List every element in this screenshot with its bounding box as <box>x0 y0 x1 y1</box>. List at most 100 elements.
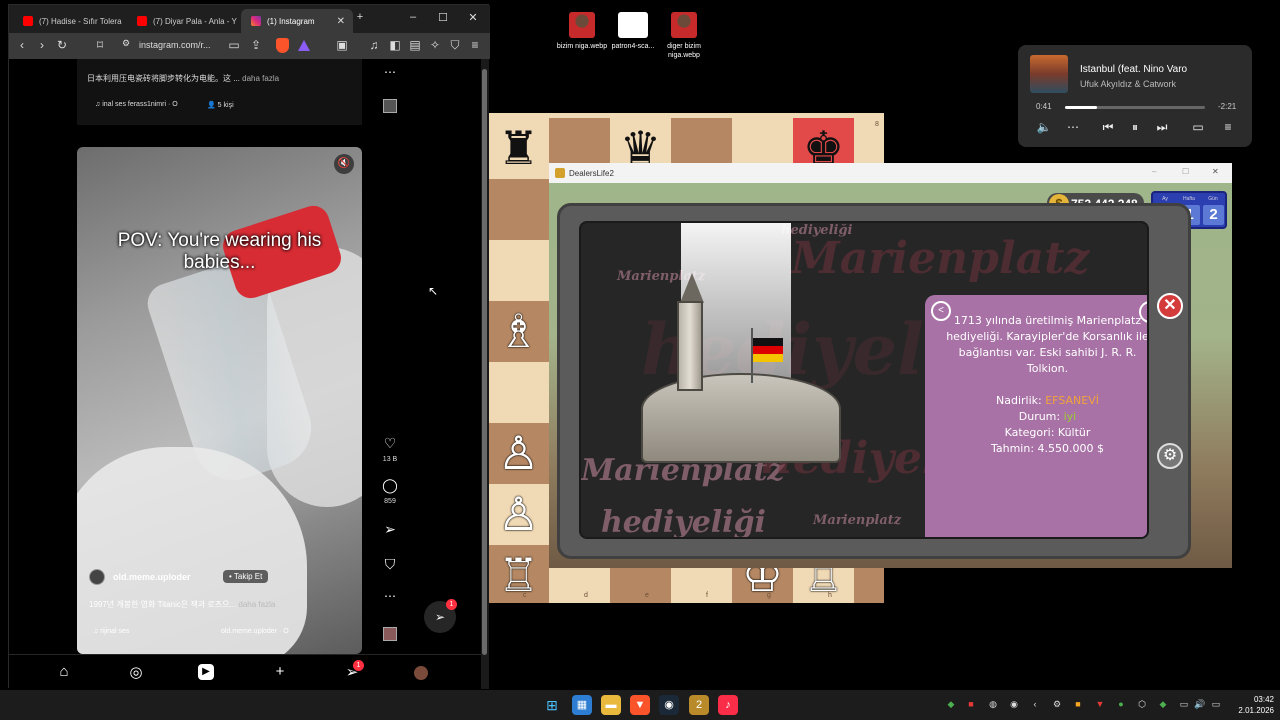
widgets-icon[interactable]: ▦ <box>572 695 592 715</box>
menu-icon[interactable]: ≡ <box>468 38 482 52</box>
tab-search-icon[interactable]: ▣ <box>335 38 349 52</box>
battery-icon[interactable]: ▭ <box>1209 699 1223 710</box>
reel-video[interactable]: POV: You're wearing his babies... 🔇 old.… <box>77 147 362 654</box>
home-icon[interactable]: ⌂ <box>54 663 74 680</box>
url-field[interactable]: instagram.com/r... <box>139 40 211 50</box>
tray-app-icon[interactable]: ⚙ <box>1050 699 1064 710</box>
username[interactable]: old.meme.uploder <box>113 572 191 582</box>
white-chess-piece[interactable]: ♙ <box>489 484 549 545</box>
close-item-button[interactable]: ✕ <box>1157 293 1183 319</box>
window-titlebar[interactable]: DealersLife2 – ☐ ✕ <box>549 163 1232 183</box>
apple-music-icon[interactable]: ♪ <box>718 695 738 715</box>
tray-app-icon[interactable]: ◆ <box>944 699 958 710</box>
tray-app-icon[interactable]: ◆ <box>1156 699 1170 710</box>
close-window-button[interactable]: ✕ <box>466 11 480 24</box>
instagram-feed[interactable]: 日本利用压电瓷砖将脚步转化为电能。这 ... daha fazla ♫ inal… <box>9 59 481 654</box>
lyrics-icon[interactable]: ▭ <box>1190 120 1206 134</box>
reel-description[interactable]: 1997년 개봉한 영화 Titanic은 잭과 로즈으... daha faz… <box>89 599 354 610</box>
more-options-icon[interactable]: ⋯ <box>381 589 399 603</box>
white-chess-piece[interactable]: ♗ <box>489 301 549 362</box>
scrollbar[interactable] <box>481 59 489 689</box>
close-window-button[interactable]: ✕ <box>1212 167 1219 176</box>
audio-credit[interactable]: old.meme.uploder · O <box>221 628 289 635</box>
more-options-icon[interactable]: ⋯ <box>1065 120 1081 134</box>
tab-hadise[interactable]: (7) Hadise - Sıfır Tolera <box>13 9 125 33</box>
more-options-icon[interactable]: ⋯ <box>381 65 399 79</box>
sidebar-icon[interactable]: ◧ <box>388 38 402 52</box>
white-chess-piece[interactable]: ♙ <box>489 423 549 484</box>
share-icon[interactable]: ➢ <box>381 521 399 538</box>
chess-square[interactable] <box>489 362 549 423</box>
tray-app-icon[interactable]: ▼ <box>1093 699 1107 709</box>
tray-steam-icon[interactable]: ◉ <box>1007 699 1021 710</box>
minimize-button[interactable]: – <box>406 11 420 23</box>
chess-square[interactable] <box>489 179 549 240</box>
avatar[interactable] <box>89 569 105 585</box>
wallet-icon[interactable]: ▤ <box>408 38 422 52</box>
white-chess-piece[interactable]: ♖ <box>489 545 549 603</box>
desktop-file-diger-bizim-niga[interactable]: diger bizim niga.webp <box>654 12 714 60</box>
share-icon[interactable]: ⇪ <box>249 38 263 52</box>
follow-button[interactable]: • Takip Et <box>223 570 269 583</box>
audio-thumb[interactable] <box>383 627 397 641</box>
scrollbar-thumb[interactable] <box>482 69 487 655</box>
close-tab-icon[interactable]: ✕ <box>337 16 345 27</box>
mute-icon[interactable]: 🔇 <box>334 154 354 174</box>
more-link[interactable]: daha fazla <box>238 600 275 609</box>
brave-shields-icon[interactable] <box>276 38 289 53</box>
prev-audio[interactable]: ♫ inal ses ferass1nimri · O <box>95 101 178 108</box>
volume-icon[interactable]: 🔊 <box>1193 699 1207 710</box>
brave-rewards-icon[interactable] <box>298 40 310 51</box>
create-icon[interactable]: + <box>270 663 290 680</box>
tab-diyar-pala[interactable]: (7) Diyar Pala - Anla - Y <box>127 9 239 33</box>
seek-bar[interactable] <box>1065 106 1205 109</box>
volume-icon[interactable]: 🔈 <box>1036 120 1052 134</box>
settings-button[interactable]: ⚙ <box>1157 443 1183 469</box>
system-clock[interactable]: 03:42 2.01.2026 <box>1224 694 1274 716</box>
queue-icon[interactable]: ≡ <box>1220 120 1236 134</box>
profile-avatar[interactable] <box>414 666 428 680</box>
reels-icon[interactable]: ▶ <box>198 664 214 680</box>
windows-start-icon[interactable]: ⊞ <box>542 695 562 715</box>
maximize-button[interactable]: ☐ <box>1182 167 1189 176</box>
reel-author[interactable]: old.meme.uploder <box>89 569 191 585</box>
brave-browser-icon[interactable]: ▼ <box>630 695 650 715</box>
save-icon[interactable]: ⛉ <box>381 556 399 573</box>
messages-fab[interactable]: ➢ 1 <box>424 599 457 633</box>
steam-icon[interactable]: ◉ <box>659 695 679 715</box>
chess-square[interactable] <box>489 240 549 301</box>
site-settings-icon[interactable]: ⚙ <box>119 38 133 49</box>
tray-app-icon[interactable]: ◍ <box>986 699 1000 710</box>
audio-label[interactable]: ♫ rijinal ses <box>93 628 129 635</box>
tray-app-icon[interactable]: ■ <box>1071 699 1085 709</box>
tray-app-icon[interactable]: ■ <box>964 699 978 709</box>
music-icon[interactable]: ♫ <box>367 38 381 52</box>
like-icon[interactable]: ♡ <box>381 435 399 452</box>
explore-icon[interactable]: ◎ <box>126 663 146 681</box>
vpn-icon[interactable]: ⛉ <box>448 38 462 53</box>
chat-icon[interactable]: ▭ <box>1177 699 1191 710</box>
forward-icon[interactable]: › <box>35 38 49 52</box>
black-chess-piece[interactable]: ♜ <box>489 118 549 179</box>
tab-instagram[interactable]: (1) Instagram ✕ <box>241 9 353 33</box>
cast-icon[interactable]: ▭ <box>227 38 241 52</box>
pause-icon[interactable]: ⏸ <box>1127 120 1143 135</box>
minimize-button[interactable]: – <box>1152 167 1156 176</box>
new-tab-button[interactable]: + <box>353 11 367 23</box>
bookmark-icon[interactable]: ⌑ <box>93 38 107 52</box>
prev-people[interactable]: 👤 5 kişi <box>207 101 234 109</box>
previous-track-icon[interactable]: ⏮ <box>1100 120 1116 135</box>
tray-app-icon[interactable]: ⬡ <box>1135 699 1149 710</box>
reload-icon[interactable]: ↻ <box>55 38 69 52</box>
tray-app-icon[interactable]: ● <box>1114 699 1128 709</box>
prev-audio-thumb[interactable] <box>383 99 397 113</box>
file-explorer-icon[interactable]: ▬ <box>601 695 621 715</box>
more-link[interactable]: daha fazla <box>242 74 279 83</box>
comment-icon[interactable]: ◯ <box>381 477 399 494</box>
tray-app-icon[interactable]: ‹ <box>1028 699 1042 709</box>
leo-ai-icon[interactable]: ✧ <box>428 38 442 52</box>
back-icon[interactable]: ‹ <box>15 38 29 52</box>
maximize-button[interactable]: ☐ <box>436 11 450 24</box>
dealers-life-icon[interactable]: 2 <box>689 695 709 715</box>
next-track-icon[interactable]: ⏭ <box>1154 120 1170 135</box>
